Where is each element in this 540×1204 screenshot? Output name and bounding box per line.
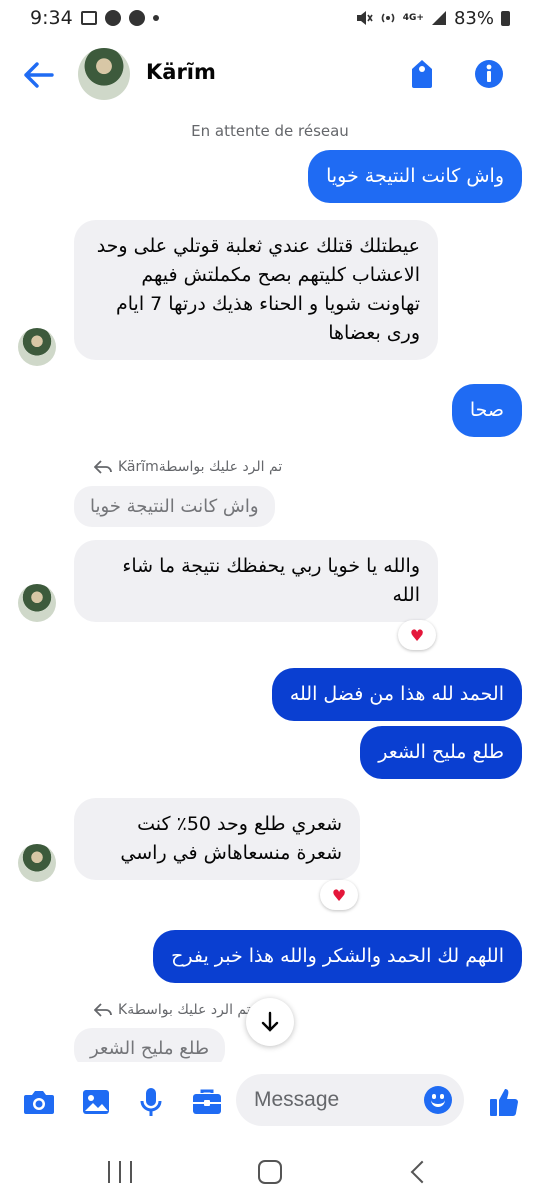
camera-icon	[24, 1091, 54, 1114]
heart-reaction[interactable]: ♥	[320, 880, 358, 910]
reply-label-text: Kتم الرد عليك بواسطة	[118, 1002, 251, 1018]
messenger-notification-icon-2	[128, 10, 145, 26]
sender-avatar[interactable]	[18, 844, 56, 882]
battery-icon	[501, 10, 510, 26]
sender-avatar[interactable]	[18, 584, 56, 622]
message-outgoing[interactable]: واش كانت النتيجة خويا	[308, 150, 522, 203]
network-type: 4G+	[402, 12, 424, 23]
reply-label-text: Kärĩmتم الرد عليك بواسطة	[118, 459, 283, 475]
home-button[interactable]	[258, 1160, 282, 1184]
message-outgoing[interactable]: الحمد لله هذا من فضل الله	[271, 668, 522, 721]
reply-arrow-icon	[94, 1003, 112, 1017]
heart-icon: ♥	[409, 625, 425, 645]
sender-avatar[interactable]	[18, 328, 56, 366]
message-composer	[0, 1062, 540, 1140]
reply-arrow-icon	[94, 460, 112, 474]
tag-icon	[412, 60, 432, 88]
emoji-button[interactable]	[424, 1086, 452, 1114]
scroll-to-bottom-button[interactable]	[246, 998, 294, 1046]
back-arrow-icon	[24, 62, 54, 88]
status-right: 4G+ 83%	[355, 8, 510, 29]
status-left: 9:34	[30, 7, 159, 29]
gallery-notification-icon	[80, 11, 97, 25]
reply-indicator: Kتم الرد عليك بواسطة	[94, 1002, 251, 1018]
battery-percent: 83%	[453, 7, 494, 29]
message-incoming[interactable]: شعري طلع وحد 50٪ كنت شعرة منسعاهاش في را…	[74, 798, 360, 880]
network-status-note: En attente de réseau	[191, 122, 349, 140]
recents-button[interactable]	[108, 1158, 132, 1186]
tag-button[interactable]	[404, 56, 440, 92]
thumbs-up-icon	[490, 1089, 518, 1116]
hotspot-icon	[381, 13, 395, 23]
mute-icon	[356, 11, 373, 25]
message-incoming[interactable]: عيطتلك قتلك عندي ثعلبة قوتلي على وحد الا…	[74, 220, 438, 360]
gallery-icon	[83, 1090, 109, 1114]
recents-bar-icon	[108, 1161, 110, 1183]
more-notifications-dot-icon	[152, 15, 159, 21]
emoji-icon	[431, 1100, 445, 1107]
briefcase-icon	[193, 1089, 221, 1114]
camera-button[interactable]	[21, 1084, 57, 1120]
system-navigation-bar	[0, 1140, 540, 1204]
status-bar: 9:34 4G+ 83%	[0, 0, 540, 36]
reply-indicator: Kärĩmتم الرد عليك بواسطة	[94, 459, 282, 475]
quoted-message[interactable]: واش كانت النتيجة خويا	[74, 486, 275, 527]
heart-icon: ♥	[331, 885, 347, 905]
info-button[interactable]	[471, 56, 507, 92]
microphone-icon	[140, 1088, 162, 1116]
signal-icon	[431, 11, 446, 25]
heart-reaction[interactable]: ♥	[398, 620, 436, 650]
back-button[interactable]	[22, 58, 56, 92]
quoted-message[interactable]: طلع مليح الشعر	[74, 1028, 226, 1062]
message-incoming[interactable]: والله يا خويا ربي يحفظك نتيجة ما شاء الل…	[74, 540, 438, 622]
gallery-button[interactable]	[78, 1084, 114, 1120]
recents-bar-icon	[119, 1161, 121, 1183]
messenger-notification-icon	[104, 10, 121, 26]
nav-back-button[interactable]	[410, 1160, 434, 1184]
message-outgoing[interactable]: صحا	[451, 384, 522, 437]
recents-bar-icon	[130, 1161, 132, 1183]
like-button[interactable]	[486, 1084, 522, 1120]
voice-button[interactable]	[133, 1084, 169, 1120]
info-icon	[475, 60, 503, 88]
chat-thread[interactable]: En attente de réseau واش كانت النتيجة خو…	[0, 112, 540, 1062]
contact-avatar[interactable]	[78, 48, 130, 100]
message-outgoing[interactable]: طلع مليح الشعر	[360, 726, 522, 779]
contact-name[interactable]: Kärĩm	[146, 60, 216, 84]
message-outgoing[interactable]: اللهم لك الحمد والشكر والله هذا خبر يفرح	[153, 930, 522, 983]
arrow-down-icon	[261, 1011, 279, 1032]
toolkit-button[interactable]	[189, 1084, 225, 1120]
status-time: 9:34	[30, 7, 73, 29]
chat-header: Kärĩm	[0, 36, 540, 112]
